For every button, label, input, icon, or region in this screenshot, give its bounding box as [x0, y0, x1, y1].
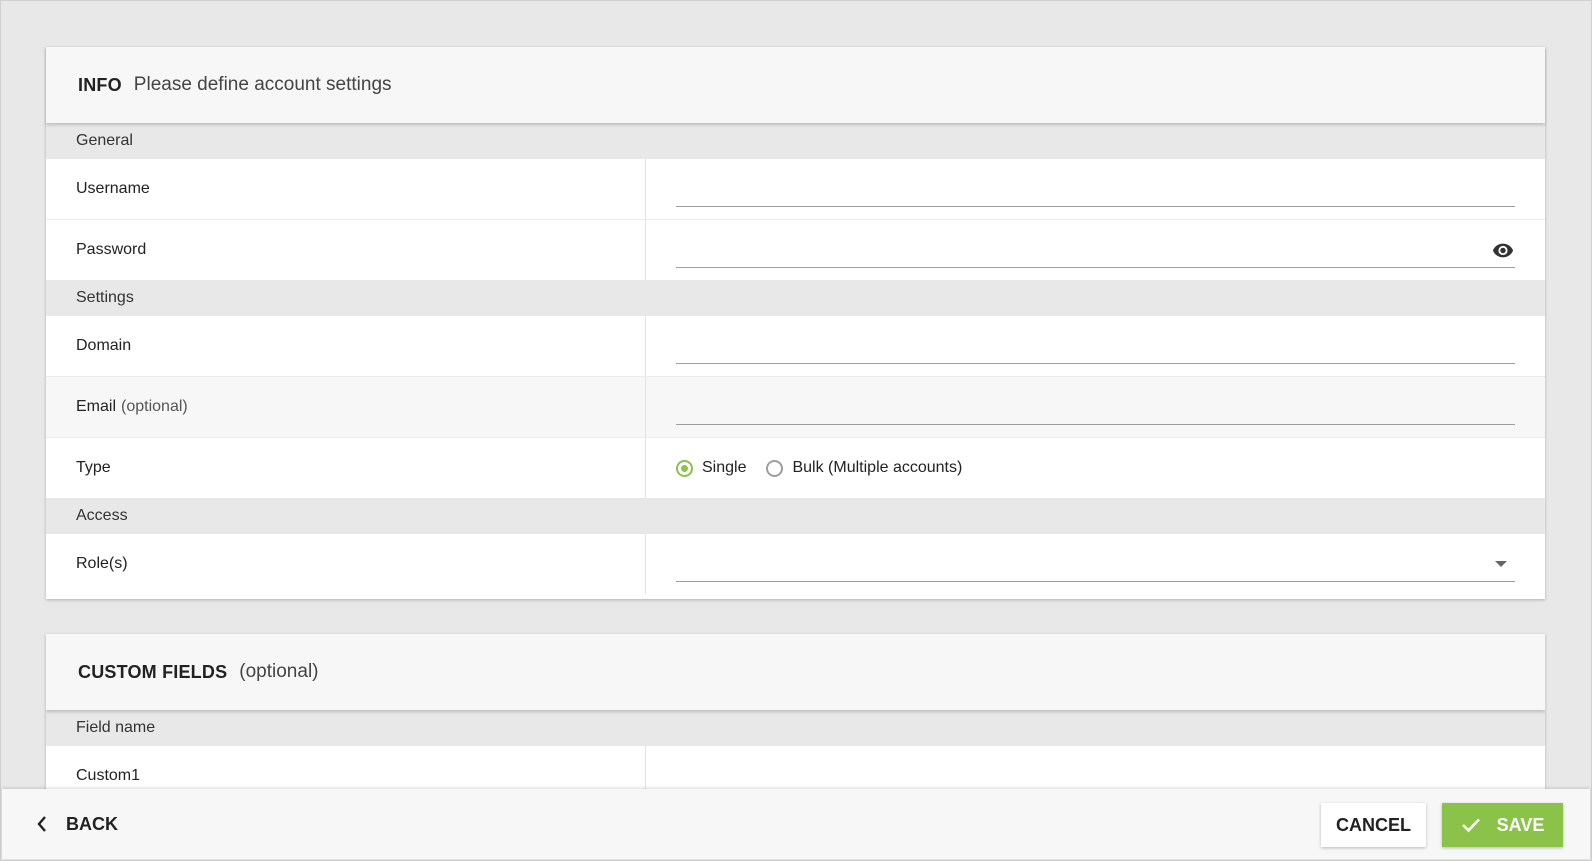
domain-field-cell: [646, 316, 1545, 376]
type-radio-bulk-label: Bulk (Multiple accounts): [792, 459, 963, 476]
cancel-button[interactable]: CANCEL: [1321, 803, 1426, 847]
section-access: Access: [46, 498, 1545, 534]
back-button-label: BACK: [66, 813, 118, 834]
section-settings: Settings: [46, 280, 1545, 316]
type-radio-single[interactable]: Single: [676, 459, 746, 477]
app-frame: INFO Please define account settings Gene…: [0, 0, 1592, 861]
roles-row: Role(s): [46, 534, 1545, 594]
type-radio-bulk[interactable]: Bulk (Multiple accounts): [766, 459, 962, 477]
type-label: Type: [46, 438, 646, 498]
info-card-title: INFO: [78, 74, 122, 95]
custom-fields-header: CUSTOM FIELDS (optional): [46, 634, 1545, 710]
password-input[interactable]: [676, 234, 1515, 268]
type-row: Type Single Bulk (Multiple accounts): [46, 438, 1545, 498]
domain-input[interactable]: [676, 330, 1515, 364]
check-icon: [1461, 818, 1480, 833]
email-optional-text: (optional): [121, 398, 188, 415]
type-radio-group: Single Bulk (Multiple accounts): [676, 438, 1515, 498]
username-row: Username: [46, 159, 1545, 220]
info-card-header: INFO Please define account settings: [46, 47, 1545, 123]
chevron-left-icon: [37, 816, 46, 832]
custom1-row: Custom1: [46, 746, 1545, 794]
back-button[interactable]: BACK: [36, 789, 118, 859]
roles-field-cell: [646, 534, 1545, 594]
section-field-name: Field name: [46, 710, 1545, 746]
dropdown-arrow-icon[interactable]: [1495, 561, 1507, 567]
custom-fields-card: CUSTOM FIELDS (optional) Field name Cust…: [46, 634, 1545, 794]
custom1-field-cell: [646, 746, 1545, 794]
roles-select[interactable]: [676, 548, 1515, 582]
eye-icon[interactable]: [1491, 239, 1515, 261]
email-row: Email (optional): [46, 377, 1545, 438]
radio-checked-icon[interactable]: [676, 459, 693, 477]
custom-fields-subtitle: (optional): [239, 661, 319, 682]
save-button-label: SAVE: [1496, 814, 1545, 835]
username-label: Username: [46, 159, 646, 219]
radio-unchecked-icon[interactable]: [766, 459, 784, 477]
username-field-cell: [646, 159, 1545, 219]
footer-bar: BACK CANCEL SAVE: [2, 789, 1590, 859]
email-input[interactable]: [676, 391, 1515, 425]
section-general: General: [46, 123, 1545, 159]
type-field-cell: Single Bulk (Multiple accounts): [646, 438, 1545, 498]
custom1-label: Custom1: [46, 746, 646, 794]
password-label: Password: [46, 220, 646, 280]
custom-fields-title: CUSTOM FIELDS: [78, 661, 228, 682]
domain-row: Domain: [46, 316, 1545, 377]
password-row: Password: [46, 220, 1545, 280]
password-field-cell: [646, 220, 1545, 280]
info-card-subtitle: Please define account settings: [133, 74, 392, 95]
type-radio-single-label: Single: [702, 459, 747, 476]
email-label-text: Email: [76, 398, 117, 415]
domain-label: Domain: [46, 316, 646, 376]
roles-label: Role(s): [46, 534, 646, 594]
email-field-cell: [646, 377, 1545, 437]
email-label: Email (optional): [46, 377, 646, 437]
info-card: INFO Please define account settings Gene…: [46, 47, 1545, 599]
save-button[interactable]: SAVE: [1442, 803, 1563, 847]
username-input[interactable]: [676, 173, 1515, 207]
